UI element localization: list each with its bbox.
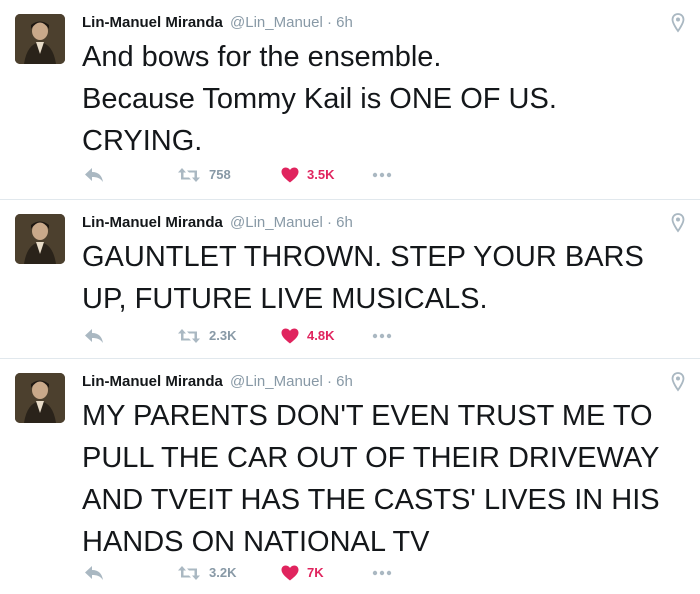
tweet-text: MY PARENTS DON'T EVEN TRUST ME TO PULL T… bbox=[82, 395, 682, 563]
more-button[interactable] bbox=[372, 563, 392, 583]
author-name[interactable]: Lin-Manuel Miranda bbox=[82, 373, 223, 390]
tweet-text-line: HANDS ON NATIONAL TV bbox=[82, 526, 430, 558]
heart-icon bbox=[281, 328, 299, 344]
tweet-text-line: PULL THE CAR OUT OF THEIR DRIVEWAY bbox=[82, 442, 660, 474]
retweet-icon bbox=[178, 329, 200, 343]
retweet-button[interactable]: 2.3K bbox=[177, 326, 236, 346]
more-button[interactable] bbox=[372, 326, 392, 346]
retweet-button[interactable]: 758 bbox=[177, 165, 231, 185]
tweet-text-line: GAUNTLET THROWN. STEP YOUR BARS bbox=[82, 241, 644, 273]
heart-icon bbox=[281, 167, 299, 183]
heart-icon bbox=[281, 565, 299, 581]
like-count: 7K bbox=[307, 565, 324, 580]
author-handle[interactable]: @Lin_Manuel bbox=[230, 373, 323, 390]
reply-button[interactable] bbox=[84, 563, 104, 583]
like-button[interactable]: 4.8K bbox=[281, 326, 334, 346]
reply-button[interactable] bbox=[84, 326, 104, 346]
reply-arrow-icon bbox=[85, 566, 103, 580]
location-pin-icon[interactable] bbox=[671, 372, 685, 392]
more-button[interactable] bbox=[372, 165, 392, 185]
avatar[interactable] bbox=[15, 373, 65, 423]
like-count: 4.8K bbox=[307, 328, 335, 343]
tweet-text: GAUNTLET THROWN. STEP YOUR BARS UP, FUTU… bbox=[82, 236, 682, 320]
location-pin-icon[interactable] bbox=[671, 213, 685, 233]
tweet-text-line: And bows for the ensemble. bbox=[82, 41, 442, 73]
retweet-count: 2.3K bbox=[209, 328, 237, 343]
author-name[interactable]: Lin-Manuel Miranda bbox=[82, 14, 223, 31]
retweet-button[interactable]: 3.2K bbox=[177, 563, 236, 583]
separator-dot: · bbox=[326, 373, 332, 390]
like-button[interactable]: 7K bbox=[281, 563, 324, 583]
author-name[interactable]: Lin-Manuel Miranda bbox=[82, 214, 223, 231]
tweet-text-line: MY PARENTS DON'T EVEN TRUST ME TO bbox=[82, 400, 653, 432]
more-dots-icon bbox=[372, 333, 392, 339]
tweet[interactable]: Lin-Manuel Miranda @Lin_Manuel · 6h MY P… bbox=[0, 358, 700, 594]
more-dots-icon bbox=[372, 172, 392, 178]
reply-arrow-icon bbox=[85, 168, 103, 182]
tweet-header: Lin-Manuel Miranda @Lin_Manuel · 6h bbox=[82, 213, 353, 233]
tweet-text-line: AND TVEIT HAS THE CASTS' LIVES IN HIS bbox=[82, 484, 660, 516]
author-handle[interactable]: @Lin_Manuel bbox=[230, 14, 323, 31]
more-dots-icon bbox=[372, 570, 392, 576]
reply-button[interactable] bbox=[84, 165, 104, 185]
avatar[interactable] bbox=[15, 214, 65, 264]
avatar[interactable] bbox=[15, 14, 65, 64]
location-pin-icon[interactable] bbox=[671, 13, 685, 33]
like-button[interactable]: 3.5K bbox=[281, 165, 334, 185]
reply-arrow-icon bbox=[85, 329, 103, 343]
retweet-icon bbox=[178, 566, 200, 580]
separator-dot: · bbox=[326, 14, 332, 31]
retweet-count: 3.2K bbox=[209, 565, 237, 580]
author-handle[interactable]: @Lin_Manuel bbox=[230, 214, 323, 231]
separator-dot: · bbox=[326, 214, 332, 231]
timestamp[interactable]: 6h bbox=[336, 14, 353, 31]
tweet-header: Lin-Manuel Miranda @Lin_Manuel · 6h bbox=[82, 372, 353, 392]
tweet-text-line: Because Tommy Kail is ONE OF US. bbox=[82, 83, 557, 115]
tweet[interactable]: Lin-Manuel Miranda @Lin_Manuel · 6h And … bbox=[0, 0, 700, 199]
tweet[interactable]: Lin-Manuel Miranda @Lin_Manuel · 6h GAUN… bbox=[0, 199, 700, 358]
retweet-icon bbox=[178, 168, 200, 182]
timestamp[interactable]: 6h bbox=[336, 214, 353, 231]
tweet-text: And bows for the ensemble. Because Tommy… bbox=[82, 36, 682, 162]
tweet-text-line: CRYING. bbox=[82, 125, 203, 157]
tweet-text-line: UP, FUTURE LIVE MUSICALS. bbox=[82, 283, 488, 315]
tweet-header: Lin-Manuel Miranda @Lin_Manuel · 6h bbox=[82, 13, 353, 33]
timestamp[interactable]: 6h bbox=[336, 373, 353, 390]
like-count: 3.5K bbox=[307, 167, 335, 182]
retweet-count: 758 bbox=[209, 167, 231, 182]
